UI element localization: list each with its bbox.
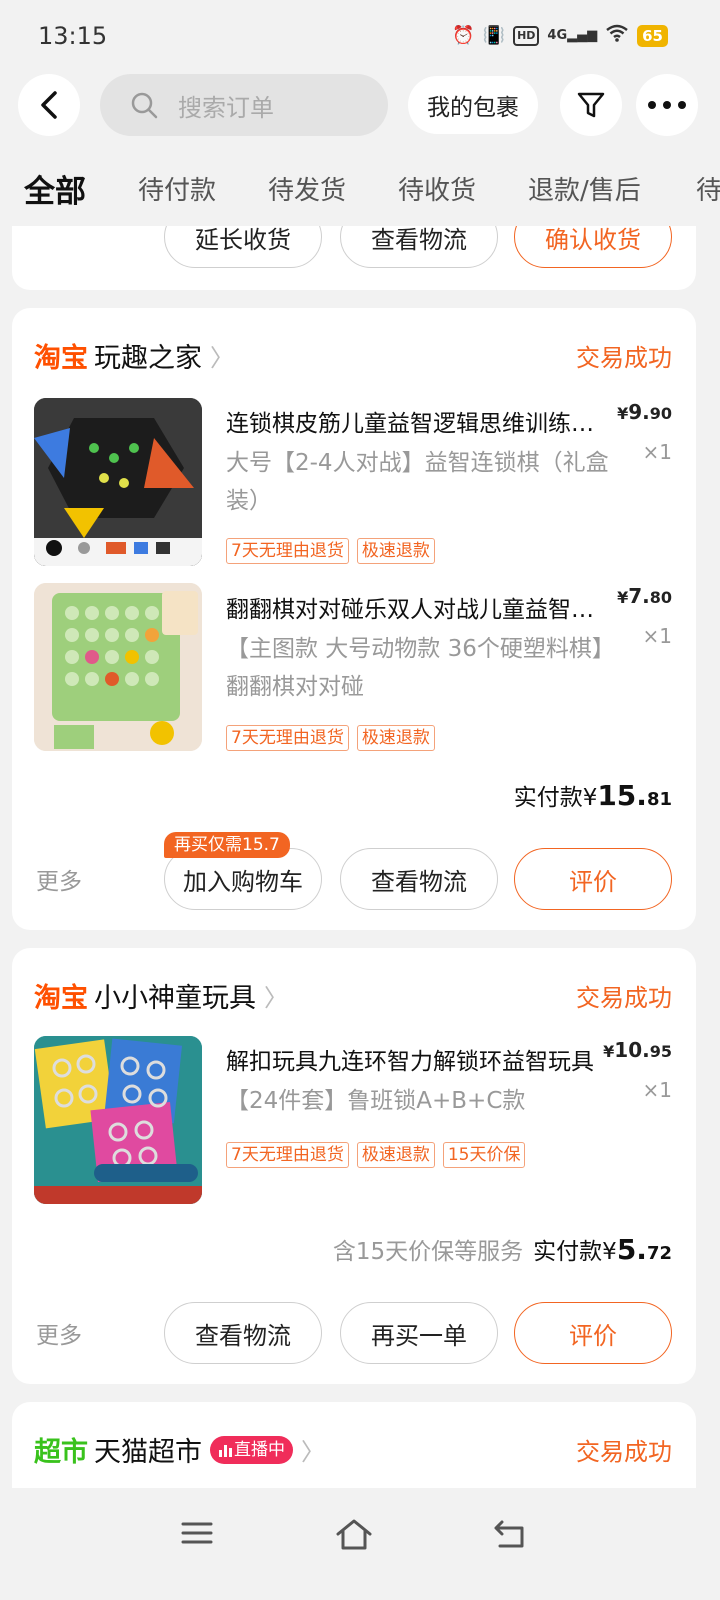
home-button[interactable] (334, 1518, 374, 1556)
order-card: 淘宝 玩趣之家 〉 交易成功 连锁棋皮筋儿童益智逻辑思维训练玩具 大号【2-4人… (12, 308, 696, 930)
status-bar: 13:15 ⏰ 📳 HD 4G▂▄▆ 65 (0, 0, 720, 70)
product-image[interactable] (34, 398, 202, 566)
back-nav-button[interactable] (492, 1518, 528, 1554)
product-spec: 【24件套】鲁班锁A+B+C款 (226, 1088, 526, 1114)
rebuy-price-badge: 再买仅需15.7 (164, 832, 290, 858)
product-spec: 【主图款 大号动物款 36个硬塑料棋】翻翻棋对对碰 (226, 636, 615, 700)
home-icon (336, 1519, 372, 1550)
taobao-logo: 淘宝 (34, 983, 88, 1014)
alarm-icon: ⏰ (452, 25, 475, 46)
vibrate-icon: 📳 (482, 25, 506, 46)
buy-again-button[interactable]: 再买一单 (340, 1302, 498, 1364)
taobao-logo: 淘宝 (34, 343, 88, 374)
clock: 13:15 (38, 22, 108, 50)
tag-fast-refund: 极速退款 (356, 1142, 435, 1168)
battery-icon: 65 (637, 24, 668, 47)
tab-review[interactable]: 待 (696, 170, 720, 207)
back-icon (494, 1520, 524, 1548)
filter-button[interactable] (560, 74, 622, 136)
search-input[interactable]: 搜索订单 (100, 74, 388, 136)
chevron-right-icon: 〉 (301, 1438, 325, 1466)
order-tabs: 全部 待付款 待发货 待收货 退款/售后 待 (0, 160, 720, 230)
tag-7day-return: 7天无理由退货 (226, 725, 349, 751)
product-image[interactable] (34, 1036, 202, 1204)
tag-fast-refund: 极速退款 (356, 725, 435, 751)
product-qty: ×1 (642, 624, 672, 648)
system-nav-bar (0, 1488, 720, 1600)
tag-7day-return: 7天无理由退货 (226, 1142, 349, 1168)
product-qty: ×1 (642, 440, 672, 464)
view-logistics-button[interactable]: 查看物流 (340, 848, 498, 910)
tab-all[interactable]: 全部 (24, 166, 86, 211)
review-button[interactable]: 评价 (514, 1302, 672, 1364)
hd-icon: HD (513, 25, 540, 46)
back-arrow-icon (41, 91, 57, 119)
product-title[interactable]: 翻翻棋对对碰乐双人对战儿童益智桌游 (226, 590, 596, 624)
tag-7day-return: 7天无理由退货 (226, 538, 349, 564)
shop-header[interactable]: 淘宝 小小神童玩具 〉 (34, 976, 288, 1015)
tab-refund[interactable]: 退款/售后 (528, 170, 641, 207)
view-logistics-button[interactable]: 查看物流 (340, 226, 498, 268)
service-tags: 7天无理由退货 极速退款 15天价保 (226, 1142, 526, 1168)
product-title[interactable]: 连锁棋皮筋儿童益智逻辑思维训练玩具 (226, 404, 596, 438)
product-image[interactable] (34, 583, 202, 751)
order-status: 交易成功 (576, 344, 672, 372)
confirm-receipt-button[interactable]: 确认收货 (514, 226, 672, 268)
order-card-partial: 延长收货 查看物流 确认收货 (12, 226, 696, 290)
tab-pending-payment[interactable]: 待付款 (138, 170, 216, 207)
view-logistics-button[interactable]: 查看物流 (164, 1302, 322, 1364)
tag-fast-refund: 极速退款 (356, 538, 435, 564)
order-card: 淘宝 小小神童玩具 〉 交易成功 解扣玩具九连环智力解锁环益智玩具 【24件套】… (12, 948, 696, 1384)
product-title[interactable]: 解扣玩具九连环智力解锁环益智玩具 (226, 1042, 596, 1076)
product-price: ¥10.95 (603, 1038, 672, 1062)
shop-name: 玩趣之家 (94, 343, 202, 374)
more-link[interactable]: 更多 (36, 1316, 82, 1350)
my-packages-button[interactable]: 我的包裹 (408, 76, 538, 134)
shop-name: 天猫超市 (94, 1437, 202, 1468)
more-button[interactable] (636, 74, 698, 136)
tab-pending-shipment[interactable]: 待发货 (268, 170, 346, 207)
shop-header[interactable]: 淘宝 玩趣之家 〉 (34, 336, 234, 375)
tag-price-protection: 15天价保 (442, 1142, 526, 1168)
shop-header[interactable]: 超市 天猫超市 直播中 〉 (34, 1430, 325, 1469)
live-badge: 直播中 (210, 1435, 293, 1464)
tmall-supermarket-logo: 超市 (34, 1437, 88, 1468)
review-button[interactable]: 评价 (514, 848, 672, 910)
paid-amount: 含15天价保等服务 实付款¥5.72 (332, 1233, 672, 1266)
menu-button[interactable] (180, 1518, 214, 1552)
service-tags: 7天无理由退货 极速退款 (226, 725, 435, 751)
paid-amount: 实付款¥15.81 (513, 779, 672, 812)
search-placeholder: 搜索订单 (178, 93, 274, 122)
product-spec: 大号【2-4人对战】益智连锁棋（礼盒装） (226, 450, 609, 514)
menu-icon (181, 1522, 213, 1544)
top-bar: 搜索订单 我的包裹 (0, 72, 720, 142)
chevron-right-icon: 〉 (210, 344, 234, 372)
order-status: 交易成功 (576, 984, 672, 1012)
more-dots-icon (648, 101, 686, 109)
shop-name: 小小神童玩具 (94, 983, 256, 1014)
chevron-right-icon: 〉 (264, 984, 288, 1012)
more-link[interactable]: 更多 (36, 862, 82, 896)
live-bars-icon (219, 1444, 232, 1457)
order-card: 超市 天猫超市 直播中 〉 交易成功 (12, 1402, 696, 1488)
extend-receipt-button[interactable]: 延长收货 (164, 226, 322, 268)
filter-icon (577, 92, 605, 118)
order-status: 交易成功 (576, 1438, 672, 1466)
product-qty: ×1 (642, 1078, 672, 1102)
wifi-icon (605, 24, 629, 47)
service-note: 含15天价保等服务 (332, 1239, 524, 1265)
tab-pending-receipt[interactable]: 待收货 (398, 170, 476, 207)
product-price: ¥9.90 (617, 400, 672, 424)
service-tags: 7天无理由退货 极速退款 (226, 538, 435, 564)
signal-icon: 4G▂▄▆ (547, 28, 598, 43)
status-icons: ⏰ 📳 HD 4G▂▄▆ 65 (452, 24, 668, 47)
product-price: ¥7.80 (617, 584, 672, 608)
search-icon (131, 92, 158, 119)
back-button[interactable] (18, 74, 80, 136)
